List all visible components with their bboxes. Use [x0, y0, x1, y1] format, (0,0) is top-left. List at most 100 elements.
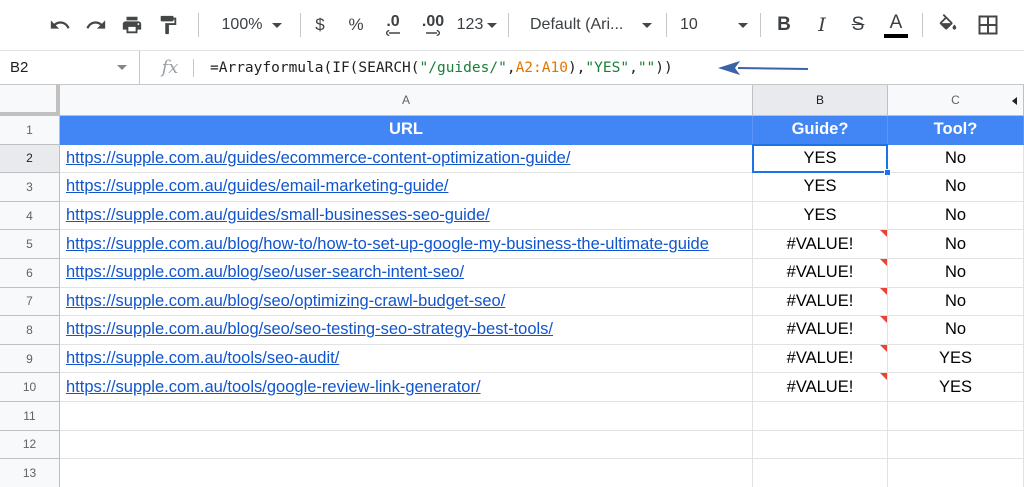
row-header[interactable]: 2	[0, 144, 60, 174]
currency-button[interactable]: $	[306, 0, 334, 50]
zoom-value: 100%	[221, 16, 263, 33]
increase-decimal-button[interactable]: .00	[414, 0, 452, 50]
cell-text: #VALUE!	[786, 234, 854, 253]
chevron-down-icon	[272, 22, 283, 28]
header-cell-c[interactable]: Tool?	[888, 116, 1024, 145]
cell-a8[interactable]: https://supple.com.au/blog/seo/seo-testi…	[60, 316, 753, 345]
redo-button[interactable]	[80, 0, 112, 50]
cell-a5[interactable]: https://supple.com.au/blog/how-to/how-to…	[60, 230, 753, 259]
toolbar-divider	[760, 13, 761, 37]
row-header[interactable]: 12	[0, 430, 60, 460]
cell-a11[interactable]	[60, 402, 753, 431]
toolbar-divider	[666, 13, 667, 37]
row-header[interactable]: 7	[0, 287, 60, 317]
cell-c5[interactable]: No	[888, 230, 1024, 259]
cell-b6[interactable]: #VALUE!	[753, 259, 888, 288]
name-box[interactable]: B2	[0, 51, 140, 84]
toolbar-divider	[198, 13, 199, 37]
cell-a3[interactable]: https://supple.com.au/guides/email-marke…	[60, 173, 753, 202]
error-indicator-icon	[880, 344, 887, 352]
cell-text: #VALUE!	[786, 377, 854, 396]
cell-c12[interactable]	[888, 430, 1024, 460]
row-header[interactable]: 9	[0, 344, 60, 374]
more-formats-button[interactable]: 123	[452, 0, 502, 50]
cell-a2[interactable]: https://supple.com.au/guides/ecommerce-c…	[60, 144, 753, 174]
chevron-down-icon	[738, 22, 748, 28]
row-header[interactable]: 6	[0, 259, 60, 288]
cell-b8[interactable]: #VALUE!	[753, 316, 888, 345]
cell-text: No	[944, 177, 967, 196]
cell-c2[interactable]: No	[888, 144, 1024, 174]
chevron-down-icon	[117, 65, 127, 70]
cell-a9[interactable]: https://supple.com.au/tools/seo-audit/	[60, 344, 753, 374]
row-header[interactable]: 13	[0, 459, 60, 487]
bold-button[interactable]: B	[768, 0, 800, 50]
cell-c10[interactable]: YES	[888, 373, 1024, 402]
cell-a4[interactable]: https://supple.com.au/guides/small-busin…	[60, 201, 753, 231]
cell-b2[interactable]: YES	[753, 144, 888, 174]
cell-b9[interactable]: #VALUE!	[753, 344, 888, 374]
font-size-select[interactable]: 10	[672, 0, 754, 50]
cell-text: https://supple.com.au/blog/seo/optimizin…	[66, 291, 506, 310]
paint-format-button[interactable]	[152, 0, 184, 50]
collapse-arrow-icon[interactable]	[1012, 97, 1017, 105]
fill-color-icon	[939, 14, 957, 30]
row-header[interactable]: 10	[0, 373, 60, 402]
strikethrough-button[interactable]: S	[842, 0, 874, 50]
borders-icon	[978, 15, 998, 35]
row-header[interactable]: 1	[0, 116, 60, 145]
row-header[interactable]: 4	[0, 201, 60, 231]
undo-button[interactable]	[44, 0, 76, 50]
cell-b12[interactable]	[753, 430, 888, 460]
row-header[interactable]: 11	[0, 402, 60, 431]
formula-token: ""	[637, 59, 656, 76]
fill-color-button[interactable]	[932, 0, 964, 50]
italic-button[interactable]: I	[806, 0, 838, 50]
cell-b3[interactable]: YES	[753, 173, 888, 202]
column-header-b[interactable]: B	[753, 85, 888, 116]
print-button[interactable]	[116, 0, 148, 50]
paint-format-icon	[160, 15, 177, 35]
column-header-a[interactable]: A	[60, 85, 753, 116]
borders-button[interactable]	[972, 0, 1004, 50]
cell-c9[interactable]: YES	[888, 344, 1024, 374]
text-color-label: A	[889, 11, 903, 33]
cell-c4[interactable]: No	[888, 201, 1024, 231]
percent-button[interactable]: %	[342, 0, 370, 50]
cell-c6[interactable]: No	[888, 259, 1024, 288]
formula-input[interactable]: =Arrayformula(IF(SEARCH("/guides/", A2:A1…	[210, 51, 673, 84]
row-header[interactable]: 5	[0, 230, 60, 259]
cell-c3[interactable]: No	[888, 173, 1024, 202]
cell-a13[interactable]	[60, 459, 753, 487]
chevron-down-icon	[642, 22, 652, 28]
text-color-button[interactable]: A	[880, 0, 912, 50]
cell-b11[interactable]	[753, 402, 888, 431]
annotation-arrow-icon	[718, 61, 809, 75]
cell-a10[interactable]: https://supple.com.au/tools/google-revie…	[60, 373, 753, 402]
font-family-select[interactable]: Default (Ari...	[520, 0, 660, 50]
cell-a12[interactable]	[60, 430, 753, 460]
cell-a6[interactable]: https://supple.com.au/blog/seo/user-sear…	[60, 259, 753, 288]
cell-c11[interactable]	[888, 402, 1024, 431]
column-header-c[interactable]: C	[888, 85, 1024, 116]
cell-c7[interactable]: No	[888, 287, 1024, 317]
cell-b10[interactable]: #VALUE!	[753, 373, 888, 402]
row-header[interactable]: 3	[0, 173, 60, 202]
print-icon	[122, 16, 142, 34]
cell-b13[interactable]	[753, 459, 888, 487]
header-cell-b[interactable]: Guide?	[753, 116, 888, 145]
zoom-select[interactable]: 100%	[210, 0, 294, 50]
fill-handle[interactable]	[884, 169, 891, 177]
decrease-decimal-button[interactable]: .0	[376, 0, 410, 50]
cell-c8[interactable]: No	[888, 316, 1024, 345]
cell-b7[interactable]: #VALUE!	[753, 287, 888, 317]
header-cell-a[interactable]: URL	[60, 116, 753, 145]
cell-b5[interactable]: #VALUE!	[753, 230, 888, 259]
select-all-corner[interactable]	[0, 85, 60, 116]
cell-text: #VALUE!	[786, 349, 854, 368]
row-header[interactable]: 8	[0, 316, 60, 345]
cell-c13[interactable]	[888, 459, 1024, 487]
cell-a7[interactable]: https://supple.com.au/blog/seo/optimizin…	[60, 287, 753, 317]
formula-bar: B2 fx =Arrayformula(IF(SEARCH("/guides/"…	[0, 50, 1024, 85]
cell-b4[interactable]: YES	[753, 201, 888, 231]
